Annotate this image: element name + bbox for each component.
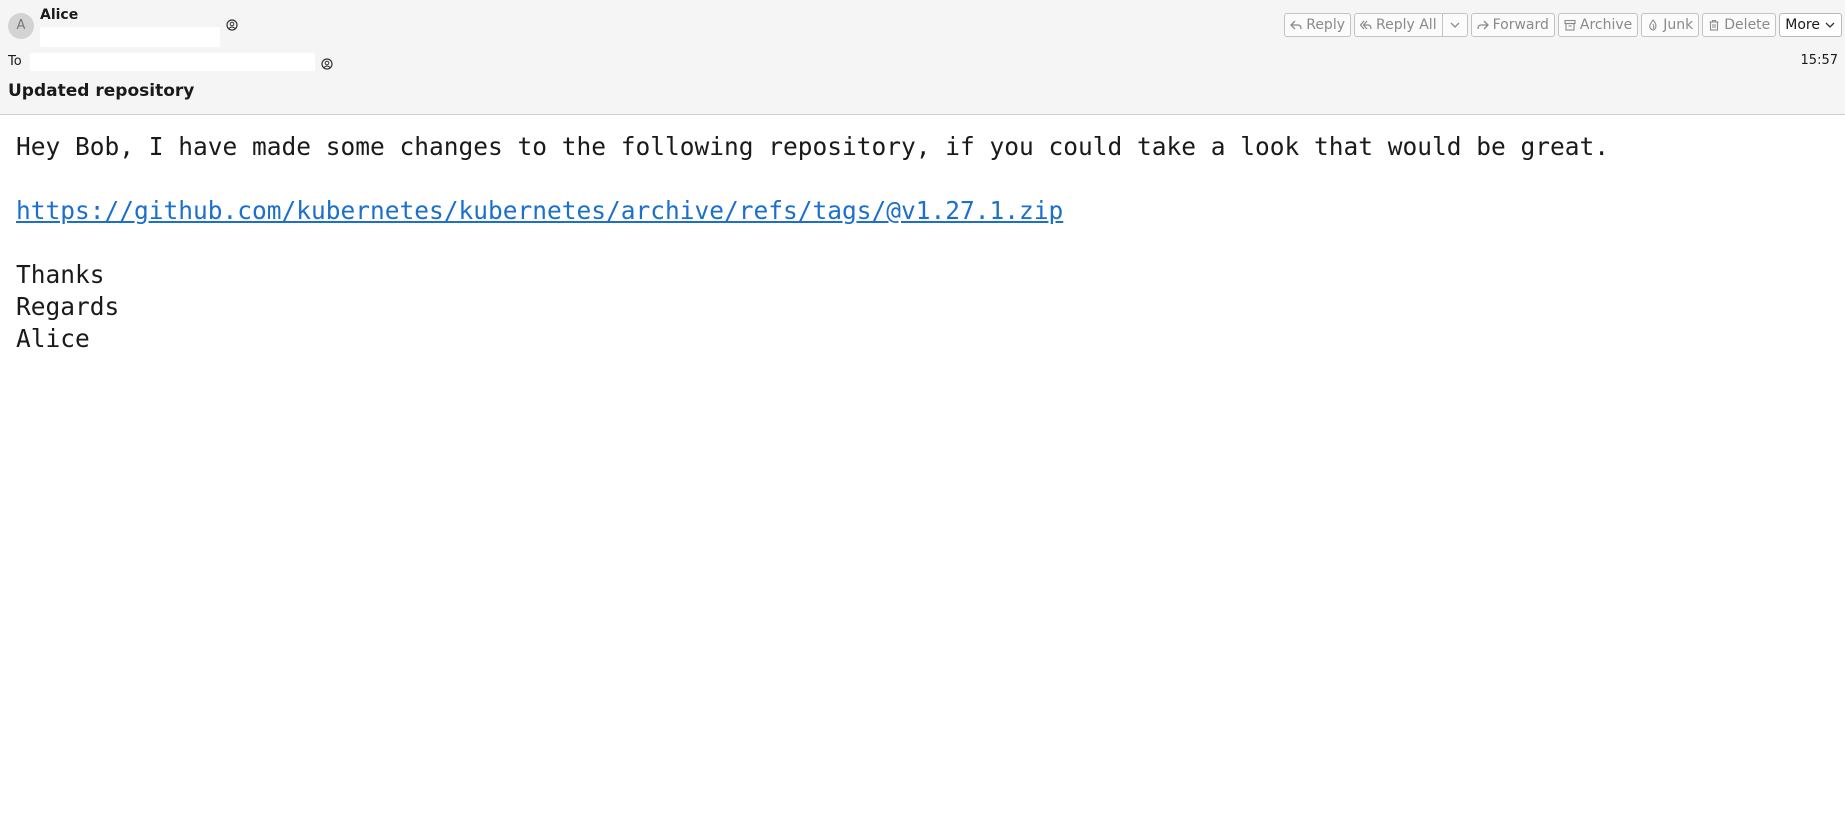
forward-button[interactable]: Forward	[1470, 13, 1555, 37]
message-header: A Alice To 15:57 Updated repository Repl…	[0, 0, 1845, 115]
more-button[interactable]: More	[1779, 13, 1842, 37]
body-line: Hey Bob, I have made some changes to the…	[16, 132, 1610, 161]
to-label: To	[8, 54, 22, 69]
body-signature: Alice	[16, 324, 90, 353]
message-toolbar: Reply Reply All Forward Archive Junk Del…	[1281, 13, 1842, 37]
contact-icon[interactable]	[226, 16, 238, 31]
reply-all-button[interactable]: Reply All	[1354, 13, 1443, 37]
delete-icon	[1709, 19, 1719, 31]
chevron-down-icon	[1825, 22, 1835, 28]
reply-all-label: Reply All	[1376, 17, 1437, 33]
body-closing: Thanks	[16, 260, 105, 289]
forward-icon	[1476, 20, 1489, 30]
chevron-down-icon	[1450, 22, 1460, 28]
message-time: 15:57	[1800, 53, 1838, 68]
repository-link[interactable]: https://github.com/kubernetes/kubernetes…	[16, 196, 1063, 225]
avatar: A	[8, 13, 34, 39]
junk-label: Junk	[1663, 17, 1694, 33]
more-label: More	[1785, 17, 1820, 33]
sender-address[interactable]	[40, 27, 220, 47]
reply-label: Reply	[1306, 17, 1345, 33]
junk-button[interactable]: Junk	[1641, 13, 1700, 37]
body-sign-off: Regards	[16, 292, 120, 321]
reply-icon	[1290, 20, 1302, 30]
sender-name[interactable]: Alice	[40, 7, 78, 23]
message-body: Hey Bob, I have made some changes to the…	[16, 131, 1609, 355]
recipient-address[interactable]	[30, 53, 315, 71]
delete-label: Delete	[1724, 17, 1771, 33]
junk-icon	[1649, 19, 1657, 31]
delete-button[interactable]: Delete	[1702, 13, 1777, 37]
reply-all-dropdown[interactable]	[1442, 13, 1468, 37]
forward-label: Forward	[1492, 17, 1549, 33]
archive-label: Archive	[1579, 17, 1633, 33]
reply-all-icon	[1360, 20, 1372, 30]
archive-button[interactable]: Archive	[1557, 13, 1639, 37]
reply-button[interactable]: Reply	[1284, 13, 1351, 37]
message-subject: Updated repository	[8, 81, 195, 101]
contact-icon[interactable]	[321, 55, 333, 70]
archive-icon	[1564, 19, 1576, 31]
